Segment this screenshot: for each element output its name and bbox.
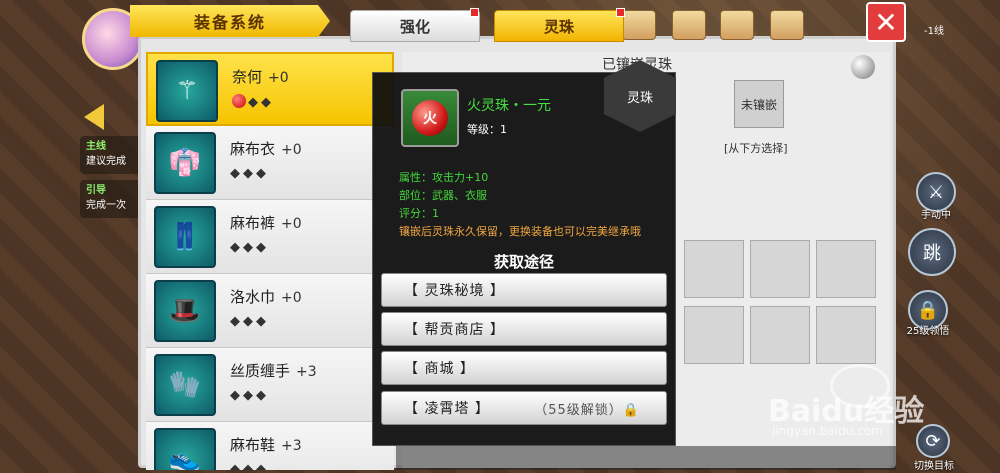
manual-mode-label: 手动中 bbox=[921, 210, 951, 221]
bead-grid-cell[interactable] bbox=[816, 240, 876, 298]
gem-name: 火灵珠・一元 bbox=[467, 98, 551, 114]
page-title: 装备系统 bbox=[130, 5, 330, 37]
bead-grid-cell[interactable] bbox=[750, 240, 810, 298]
gem-slot-parts: 部位：武器、衣服 bbox=[399, 189, 487, 202]
equipment-item[interactable]: 🎩 洛水巾 +0 ◆◆◆ bbox=[146, 274, 394, 348]
equipment-item[interactable]: 👟 麻布鞋 +3 ◆◆◆ bbox=[146, 422, 394, 470]
jump-button[interactable]: 跳 bbox=[908, 228, 956, 276]
menu-icon-1[interactable] bbox=[622, 10, 656, 40]
pants-icon: 👖 bbox=[154, 206, 216, 268]
acquire-title: 获取途径 bbox=[493, 253, 554, 271]
switch-target-label: 切换目标 bbox=[914, 461, 954, 472]
gem-slots: ◆◆◆ bbox=[230, 462, 269, 470]
watermark-url: jingyan.baidu.com bbox=[772, 424, 883, 438]
gem-frame: 火 bbox=[401, 89, 459, 147]
quest-text: 建议完成 bbox=[86, 156, 126, 167]
bead-grid-cell[interactable] bbox=[750, 306, 810, 364]
lock-icon: （55级解锁）🔒 bbox=[534, 402, 640, 418]
red-gem-icon bbox=[232, 94, 246, 108]
quest-title: 引导 bbox=[86, 185, 106, 196]
equipment-item[interactable]: 🧤 丝质缠手 +3 ◆◆◆ bbox=[146, 348, 394, 422]
notification-dot bbox=[616, 8, 625, 17]
equipment-item[interactable]: ⚚ 奈何 +0 ◆◆ bbox=[146, 52, 394, 126]
menu-icon-4[interactable] bbox=[770, 10, 804, 40]
bead-grid-cell[interactable] bbox=[684, 306, 744, 364]
equipment-name: 洛水巾 +0 bbox=[230, 288, 302, 306]
acquire-option-spirit-realm[interactable]: 【 灵珠秘境 】 bbox=[381, 273, 667, 307]
quest-text: 完成一次 bbox=[86, 200, 126, 211]
gem-slots: ◆◆ bbox=[232, 94, 274, 110]
unmounted-slot[interactable]: 未镶嵌 bbox=[734, 80, 784, 128]
chat-strip bbox=[396, 446, 896, 470]
equipment-name: 奈何 +0 bbox=[232, 68, 289, 86]
lock-skill-label: 25级领悟 bbox=[906, 326, 950, 337]
shoes-icon: 👟 bbox=[154, 428, 216, 470]
acquire-option-guild-shop[interactable]: 【 帮贡商店 】 bbox=[381, 312, 667, 346]
server-line-status: -1线 bbox=[924, 26, 944, 37]
staff-icon: ⚚ bbox=[156, 60, 218, 122]
gem-level: 等级：1 bbox=[467, 123, 507, 136]
close-button[interactable]: ✕ bbox=[866, 2, 906, 42]
fire-gem-icon: 火 bbox=[412, 100, 448, 136]
equipment-list: ⚚ 奈何 +0 ◆◆ 👘 麻布衣 +0 ◆◆◆ 👖 麻布裤 +0 ◆◆◆ 🎩 洛水巾 +… bbox=[146, 52, 394, 470]
gem-detail-popup: 火 火灵珠・一元 等级：1 属性：攻击力+10 部位：武器、衣服 评分：1 镶嵌… bbox=[372, 72, 676, 446]
equipment-name: 麻布衣 +0 bbox=[230, 140, 302, 158]
menu-icon-3[interactable] bbox=[720, 10, 754, 40]
hat-icon: 🎩 bbox=[154, 280, 216, 342]
menu-icon-2[interactable] bbox=[672, 10, 706, 40]
tab-spirit-bead[interactable]: 灵珠 bbox=[494, 10, 624, 42]
info-orb-icon[interactable] bbox=[851, 55, 875, 79]
gem-note: 镶嵌后灵珠永久保留，更换装备也可以完美继承哦 bbox=[399, 225, 641, 238]
robe-icon: 👘 bbox=[154, 132, 216, 194]
gem-attribute: 属性：攻击力+10 bbox=[399, 171, 489, 184]
quest-title: 主线 bbox=[86, 141, 106, 152]
bead-grid-cell[interactable] bbox=[684, 240, 744, 298]
equipment-item[interactable]: 👖 麻布裤 +0 ◆◆◆ bbox=[146, 200, 394, 274]
gem-score: 评分：1 bbox=[399, 207, 439, 220]
choose-below-hint: [从下方选择] bbox=[724, 142, 788, 155]
gem-slots: ◆◆◆ bbox=[230, 388, 269, 403]
gem-slots: ◆◆◆ bbox=[230, 240, 269, 255]
equipment-name: 麻布鞋 +3 bbox=[230, 436, 302, 454]
equipment-name: 麻布裤 +0 bbox=[230, 214, 302, 232]
gem-slots: ◆◆◆ bbox=[230, 166, 269, 181]
equipment-name: 丝质缠手 +3 bbox=[230, 362, 317, 380]
gloves-icon: 🧤 bbox=[154, 354, 216, 416]
gem-slots: ◆◆◆ bbox=[230, 314, 269, 329]
acquire-option-tower[interactable]: 【 凌霄塔 】 （55级解锁）🔒 bbox=[381, 391, 667, 425]
equipment-item[interactable]: 👘 麻布衣 +0 ◆◆◆ bbox=[146, 126, 394, 200]
bead-grid-cell[interactable] bbox=[816, 306, 876, 364]
tab-enhance[interactable]: 强化 bbox=[350, 10, 480, 42]
notification-dot bbox=[470, 8, 479, 17]
acquire-option-mall[interactable]: 【 商城 】 bbox=[381, 351, 667, 385]
